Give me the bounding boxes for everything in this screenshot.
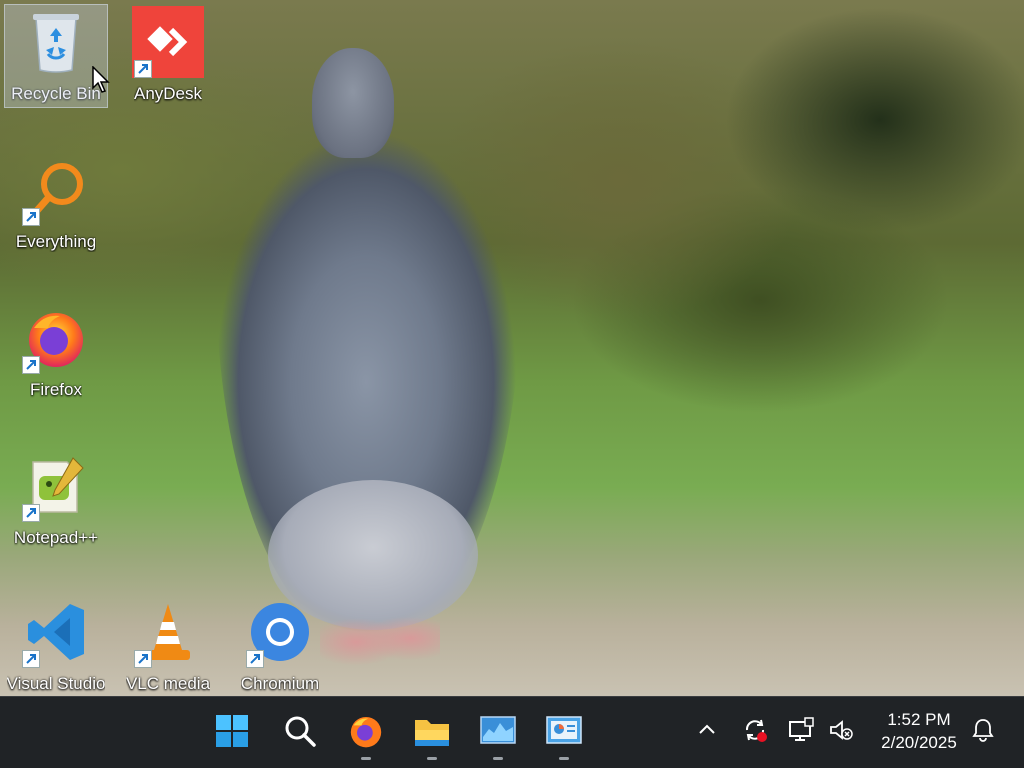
- desktop-icon-notepad-plus-plus[interactable]: Notepad++: [4, 448, 108, 548]
- taskbar-clock[interactable]: 1:52 PM 2/20/2025: [864, 709, 974, 755]
- desktop-icon-everything[interactable]: Everything: [4, 152, 108, 252]
- taskbar-start-button[interactable]: [212, 711, 252, 751]
- firefox-icon: [20, 302, 92, 374]
- network-icon: [789, 717, 814, 741]
- running-indicator: [559, 757, 569, 760]
- desktop-icon-visual-studio[interactable]: Visual Studio: [4, 594, 108, 694]
- desktop-icon-firefox[interactable]: Firefox: [4, 300, 108, 400]
- shortcut-arrow-icon: [22, 356, 40, 374]
- taskbar-control-panel-button[interactable]: [544, 711, 584, 751]
- anydesk-icon: [132, 6, 204, 78]
- wallpaper-pigeon-feet: [320, 600, 440, 670]
- clock-date: 2/20/2025: [881, 733, 957, 752]
- search-icon: [285, 716, 316, 747]
- notification-bell-icon: [972, 719, 994, 742]
- tray-notifications-button[interactable]: [968, 715, 998, 745]
- desktop-icon-label: Chromium: [240, 674, 320, 693]
- desktop-icon-label: Notepad++: [13, 528, 99, 547]
- tray-network-button[interactable]: [786, 715, 816, 745]
- vscode-icon: [20, 596, 92, 668]
- tray-sync-button[interactable]: [740, 715, 770, 745]
- sync-icon: [745, 719, 767, 742]
- desktop-icon-label: Everything: [15, 232, 97, 251]
- notepad-plus-plus-icon: [20, 450, 92, 522]
- shortcut-arrow-icon: [22, 208, 40, 226]
- recycle-bin-icon: [20, 6, 92, 78]
- taskbar: 1:52 PM 2/20/2025: [0, 696, 1024, 768]
- shortcut-arrow-icon: [22, 504, 40, 522]
- taskbar-performance-monitor-button[interactable]: [478, 711, 518, 751]
- taskbar-search-button[interactable]: [280, 711, 320, 751]
- tray-volume-button[interactable]: [826, 715, 856, 745]
- taskbar-file-explorer-button[interactable]: [412, 711, 452, 751]
- taskbar-firefox-button[interactable]: [346, 711, 386, 751]
- chromium-icon: [244, 596, 316, 668]
- shortcut-arrow-icon: [134, 650, 152, 668]
- mouse-cursor-icon: [92, 65, 112, 99]
- desktop-icon-vlc[interactable]: VLC media: [116, 594, 220, 694]
- wallpaper-pigeon-head: [312, 48, 394, 158]
- volume-muted-icon: [830, 720, 853, 740]
- firefox-icon: [350, 716, 382, 748]
- desktop-icon-label: Visual Studio: [6, 674, 106, 693]
- running-indicator: [427, 757, 437, 760]
- windows-start-icon: [216, 715, 248, 747]
- file-explorer-icon: [415, 720, 449, 746]
- chevron-up-icon: [699, 724, 715, 734]
- shortcut-arrow-icon: [246, 650, 264, 668]
- desktop-icon-chromium[interactable]: Chromium: [228, 594, 332, 694]
- everything-search-icon: [20, 154, 92, 226]
- shortcut-arrow-icon: [134, 60, 152, 78]
- tray-overflow-button[interactable]: [692, 715, 722, 745]
- running-indicator: [361, 757, 371, 760]
- desktop-icon-label: AnyDesk: [133, 84, 203, 103]
- vlc-icon: [132, 596, 204, 668]
- desktop-wallpaper: [0, 0, 1024, 696]
- control-panel-icon: [546, 716, 582, 744]
- running-indicator: [493, 757, 503, 760]
- clock-time: 1:52 PM: [887, 710, 951, 729]
- shortcut-arrow-icon: [22, 650, 40, 668]
- monitor-graph-icon: [480, 716, 516, 744]
- desktop-icon-anydesk[interactable]: AnyDesk: [116, 4, 220, 104]
- desktop-icon-label: Firefox: [30, 380, 82, 399]
- desktop-icon-label: VLC media: [125, 674, 211, 693]
